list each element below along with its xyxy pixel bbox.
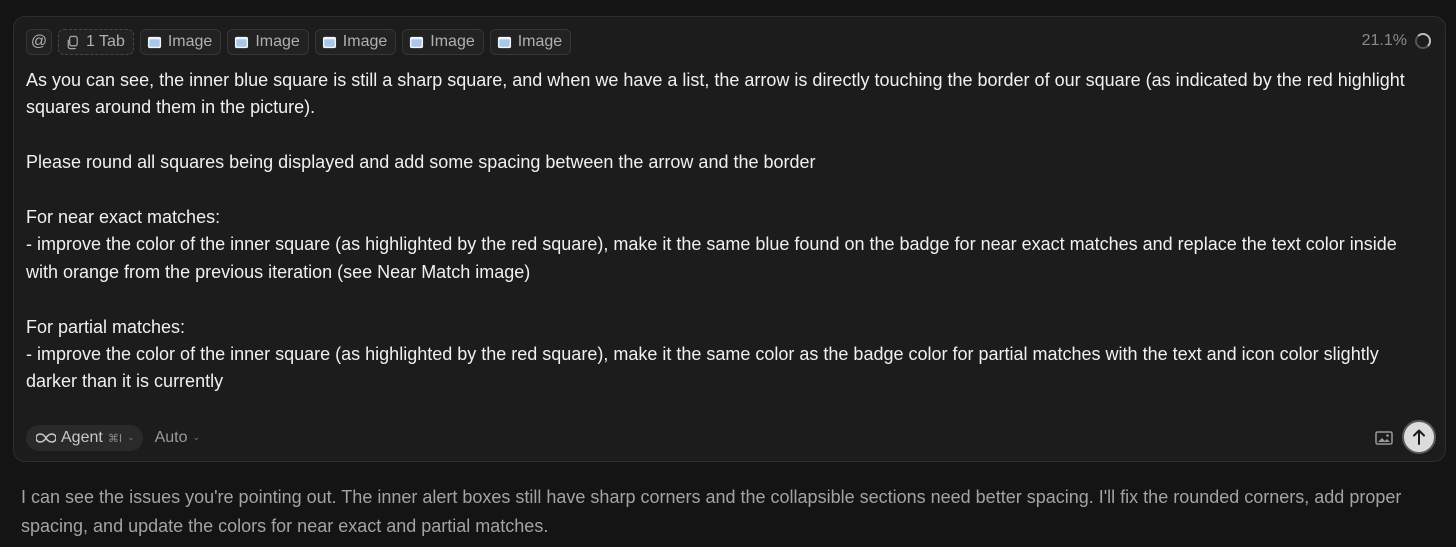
image-icon bbox=[497, 36, 511, 48]
image-context-chip[interactable]: Image bbox=[227, 29, 309, 55]
mode-selector[interactable]: Agent ⌘I ⌄ bbox=[26, 425, 143, 451]
message-line: - improve the color of the inner square … bbox=[26, 234, 1397, 282]
copy-icon bbox=[67, 35, 78, 49]
add-context-button[interactable]: @ bbox=[26, 29, 52, 55]
image-context-label: Image bbox=[167, 33, 213, 50]
image-context-chip[interactable]: Image bbox=[402, 29, 484, 55]
infinity-icon bbox=[36, 433, 56, 443]
message-paragraph: Please round all squares being displayed… bbox=[26, 149, 1431, 176]
image-context-label: Image bbox=[517, 33, 563, 50]
image-icon bbox=[147, 36, 161, 48]
message-line: As you can see, the inner blue square is… bbox=[26, 70, 1405, 118]
attach-image-button[interactable] bbox=[1375, 430, 1393, 446]
tab-context-label: 1 Tab bbox=[86, 33, 125, 50]
model-selector[interactable]: Auto ⌄ bbox=[151, 429, 200, 447]
loading-spinner-icon bbox=[1415, 33, 1431, 49]
at-symbol: @ bbox=[30, 33, 48, 50]
chat-composer[interactable]: @ 1 Tab Image Image Image Image Image 21… bbox=[13, 16, 1446, 462]
context-usage-value: 21.1% bbox=[1361, 32, 1407, 49]
message-paragraph: For near exact matches: - improve the co… bbox=[26, 204, 1431, 286]
image-icon bbox=[1375, 431, 1393, 445]
image-context-chip[interactable]: Image bbox=[139, 29, 222, 55]
message-text[interactable]: As you can see, the inner blue square is… bbox=[26, 67, 1431, 396]
assistant-reply: I can see the issues you're pointing out… bbox=[21, 487, 1402, 536]
image-context-chip[interactable]: Image bbox=[489, 29, 572, 55]
image-context-chip[interactable]: Image bbox=[314, 29, 397, 55]
tab-context-chip[interactable]: 1 Tab bbox=[58, 29, 134, 55]
image-context-label: Image bbox=[255, 33, 300, 50]
message-line: - improve the color of the inner square … bbox=[26, 344, 1379, 392]
send-button[interactable] bbox=[1402, 420, 1436, 454]
image-context-label: Image bbox=[342, 33, 388, 50]
chevron-down-icon: ⌄ bbox=[192, 433, 201, 443]
image-context-label: Image bbox=[430, 33, 475, 50]
message-line: Please round all squares being displayed… bbox=[26, 152, 816, 173]
message-paragraph: For partial matches: - improve the color… bbox=[26, 314, 1431, 396]
image-icon bbox=[235, 36, 249, 48]
message-paragraph: As you can see, the inner blue square is… bbox=[26, 67, 1431, 122]
arrow-up-icon bbox=[1413, 429, 1425, 445]
context-usage-indicator: 21.1% bbox=[1362, 32, 1431, 50]
composer-toolbar: Agent ⌘I ⌄ Auto ⌄ bbox=[26, 425, 200, 451]
mode-label: Agent bbox=[61, 429, 103, 446]
mode-shortcut: ⌘I bbox=[107, 431, 123, 445]
message-line: For partial matches: bbox=[26, 316, 186, 337]
context-chips: @ 1 Tab Image Image Image Image Image bbox=[26, 29, 572, 55]
chevron-down-icon: ⌄ bbox=[127, 433, 135, 443]
image-icon bbox=[410, 36, 424, 48]
model-label: Auto bbox=[154, 429, 188, 446]
message-line: For near exact matches: bbox=[26, 207, 221, 227]
image-icon bbox=[322, 36, 336, 48]
